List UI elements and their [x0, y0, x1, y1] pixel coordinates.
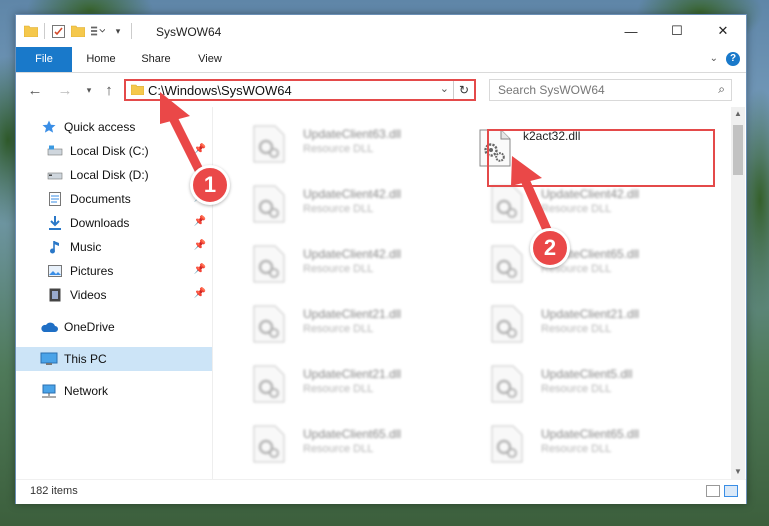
step-2-badge: 2 — [530, 228, 570, 268]
step-1-badge: 1 — [190, 165, 230, 205]
arrow-2 — [511, 156, 553, 237]
arrow-1 — [160, 92, 205, 177]
annotation-arrows — [160, 92, 553, 237]
